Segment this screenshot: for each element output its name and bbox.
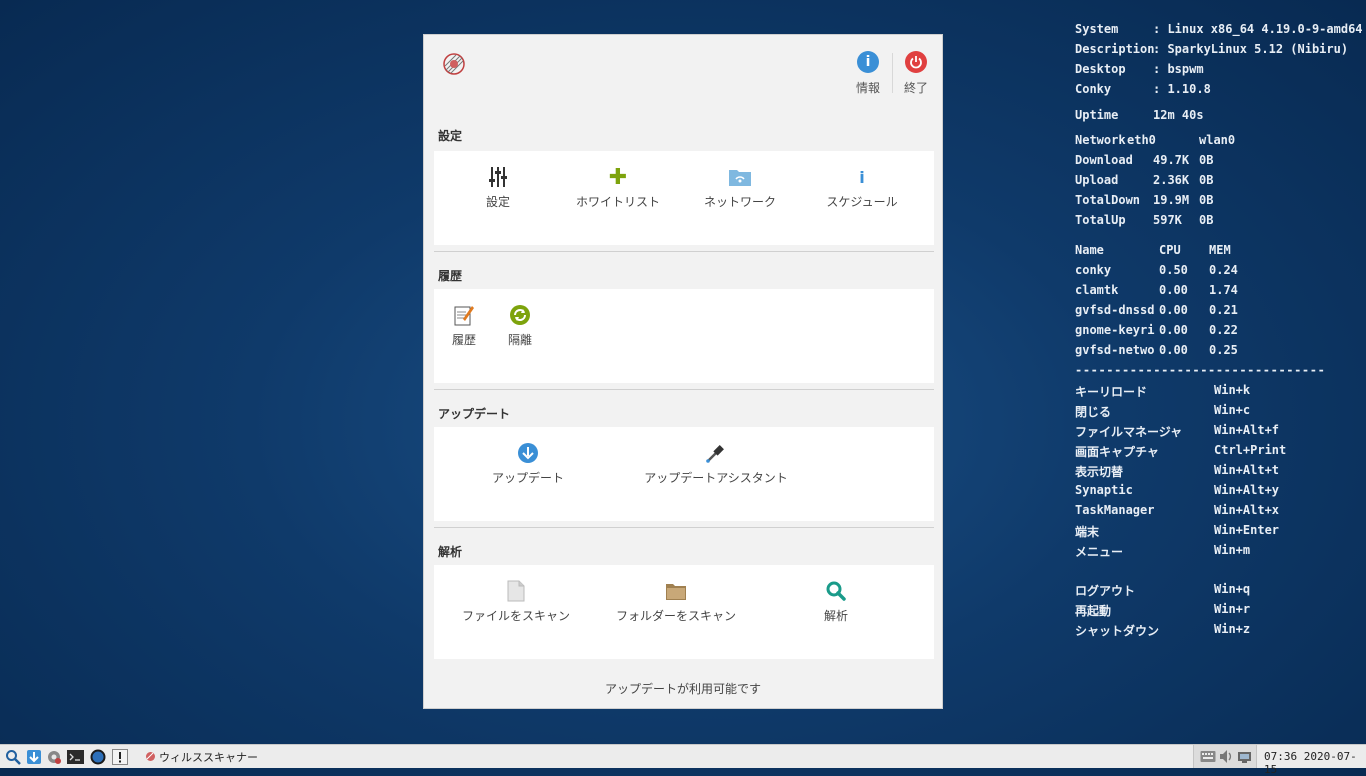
section-divider: [434, 251, 934, 252]
scan-folder-label: フォルダーをスキャン: [615, 609, 736, 623]
quarantine-label: 隔離: [507, 333, 532, 347]
whitelist-button[interactable]: ✚ ホワイトリスト: [568, 165, 668, 210]
analysis-card: ファイルをスキャン フォルダーをスキャン 解析: [434, 565, 934, 659]
update-button[interactable]: アップデート: [478, 441, 578, 486]
download-icon: [478, 441, 578, 465]
scan-file-button[interactable]: ファイルをスキャン: [458, 579, 574, 624]
conky-uptime-row: Uptime 12m 40s: [1075, 108, 1204, 122]
history-button[interactable]: 履歴: [444, 303, 484, 348]
clock[interactable]: 07:36 2020-07-15: [1264, 750, 1366, 776]
info-icon: i: [857, 51, 879, 73]
conky-shortcut-row: 端末 Win+Enter: [1075, 523, 1280, 539]
network-label: ネットワーク: [703, 195, 776, 209]
edit-document-icon: [444, 303, 484, 327]
analysis-label: 解析: [823, 609, 848, 623]
conky-separator: --------------------------------: [1075, 363, 1326, 377]
status-message: アップデートが利用可能です: [604, 682, 761, 696]
conky-network-header: Network eth0 wlan0: [1075, 133, 1236, 147]
history-label: 履歴: [451, 333, 476, 347]
conky-network-row: TotalDown 19.9M 0B: [1075, 193, 1214, 207]
conky-network-row: TotalUp 597K 0B: [1075, 213, 1214, 227]
search-icon: [806, 579, 866, 603]
schedule-button[interactable]: i スケジュール: [812, 165, 912, 210]
conky-session-row: シャットダウン Win+z: [1075, 622, 1251, 638]
sliders-icon: [468, 165, 528, 189]
conky-shortcut-row: TaskManager Win+Alt+x: [1075, 503, 1280, 517]
section-divider: [434, 527, 934, 528]
conky-system-row: Desktop: bspwm: [1075, 62, 1204, 76]
schedule-label: スケジュール: [826, 195, 898, 209]
conky-shortcut-row: キーリロード Win+k: [1075, 383, 1251, 399]
file-icon: [458, 579, 574, 603]
clamtk-logo-icon: [443, 53, 465, 75]
plus-icon: ✚: [608, 164, 628, 190]
header-divider: [892, 53, 893, 93]
quit-label: 終了: [903, 81, 928, 95]
scan-file-label: ファイルをスキャン: [461, 609, 570, 623]
taskbar: ウィルススキャナー 07:36 2020-07-15: [0, 744, 1366, 776]
settings-button[interactable]: 設定: [468, 165, 528, 210]
conky-session-row: 再起動 Win+r: [1075, 602, 1251, 618]
history-card: 履歴 隔離: [434, 289, 934, 383]
updates-card: アップデート アップデートアシスタント: [434, 427, 934, 521]
analysis-button[interactable]: 解析: [806, 579, 866, 624]
network-button[interactable]: ネットワーク: [690, 165, 790, 210]
updates-section-title: アップデート: [438, 407, 511, 421]
whitelist-label: ホワイトリスト: [575, 195, 660, 209]
settings-launcher-icon[interactable]: [45, 748, 62, 765]
history-section-title: 履歴: [438, 269, 463, 283]
settings-section-title: 設定: [438, 129, 463, 143]
scan-folder-button[interactable]: フォルダーをスキャン: [610, 579, 742, 624]
power-icon: [905, 51, 927, 73]
settings-label: 設定: [485, 195, 510, 209]
conky-process-row: gnome-keyri 0.00 0.22: [1075, 323, 1238, 337]
info-small-icon: i: [859, 167, 865, 187]
conky-process-header: Name CPU MEM: [1075, 243, 1231, 257]
clamtk-window: i 情報 終了 設定 設定 ✚ ホワイトリスト ネットワーク i スケジュール …: [423, 34, 943, 709]
refresh-icon: [500, 303, 540, 327]
conky-shortcut-row: Synaptic Win+Alt+y: [1075, 483, 1280, 497]
info-button[interactable]: i 情報: [848, 51, 888, 96]
conky-process-row: gvfsd-netwo 0.00 0.25: [1075, 343, 1238, 357]
alert-launcher-icon[interactable]: [111, 748, 128, 765]
conky-session-row: ログアウト Win+q: [1075, 582, 1251, 598]
conky-system-row: System: Linux x86_64 4.19.0-9-amd64: [1075, 22, 1363, 36]
terminal-launcher-icon[interactable]: [67, 748, 84, 765]
conky-process-row: conky 0.50 0.24: [1075, 263, 1238, 277]
conky-shortcut-row: ファイルマネージャ Win+Alt+f: [1075, 423, 1280, 439]
conky-process-row: clamtk 0.00 1.74: [1075, 283, 1238, 297]
volume-icon[interactable]: [1219, 749, 1234, 768]
conky-network-row: Download 49.7K 0B: [1075, 153, 1214, 167]
conky-system-row: Conky: 1.10.8: [1075, 82, 1211, 96]
virus-scanner-task-icon: [146, 752, 155, 761]
system-tray: [1193, 745, 1257, 768]
quarantine-button[interactable]: 隔離: [500, 303, 540, 348]
settings-card: 設定 ✚ ホワイトリスト ネットワーク i スケジュール: [434, 151, 934, 245]
conky-shortcut-row: メニュー Win+m: [1075, 543, 1251, 559]
update-label: アップデート: [491, 471, 564, 485]
conky-shortcut-row: 画面キャプチャ Ctrl+Print: [1075, 443, 1287, 459]
network-tray-icon[interactable]: [1237, 749, 1252, 768]
conky-shortcut-row: 表示切替 Win+Alt+t: [1075, 463, 1280, 479]
search-launcher-icon[interactable]: [4, 748, 21, 765]
conky-shortcut-row: 閉じる Win+c: [1075, 403, 1251, 419]
eyedropper-icon: [634, 441, 798, 465]
update-assistant-label: アップデートアシスタント: [644, 471, 788, 485]
compass-launcher-icon[interactable]: [89, 748, 106, 765]
analysis-section-title: 解析: [438, 545, 463, 559]
conky-network-row: Upload 2.36K 0B: [1075, 173, 1214, 187]
folder-icon: [610, 579, 742, 603]
section-divider: [434, 389, 934, 390]
conky-process-row: gvfsd-dnssd 0.00 0.21: [1075, 303, 1238, 317]
info-label: 情報: [855, 81, 880, 95]
download-launcher-icon[interactable]: [25, 748, 42, 765]
update-assistant-button[interactable]: アップデートアシスタント: [634, 441, 798, 486]
network-folder-icon: [690, 165, 790, 189]
conky-system-row: Description: SparkyLinux 5.12 (Nibiru): [1075, 42, 1349, 56]
virus-scanner-task[interactable]: ウィルススキャナー: [159, 749, 258, 765]
quit-button[interactable]: 終了: [896, 51, 936, 96]
keyboard-icon[interactable]: [1200, 749, 1216, 768]
